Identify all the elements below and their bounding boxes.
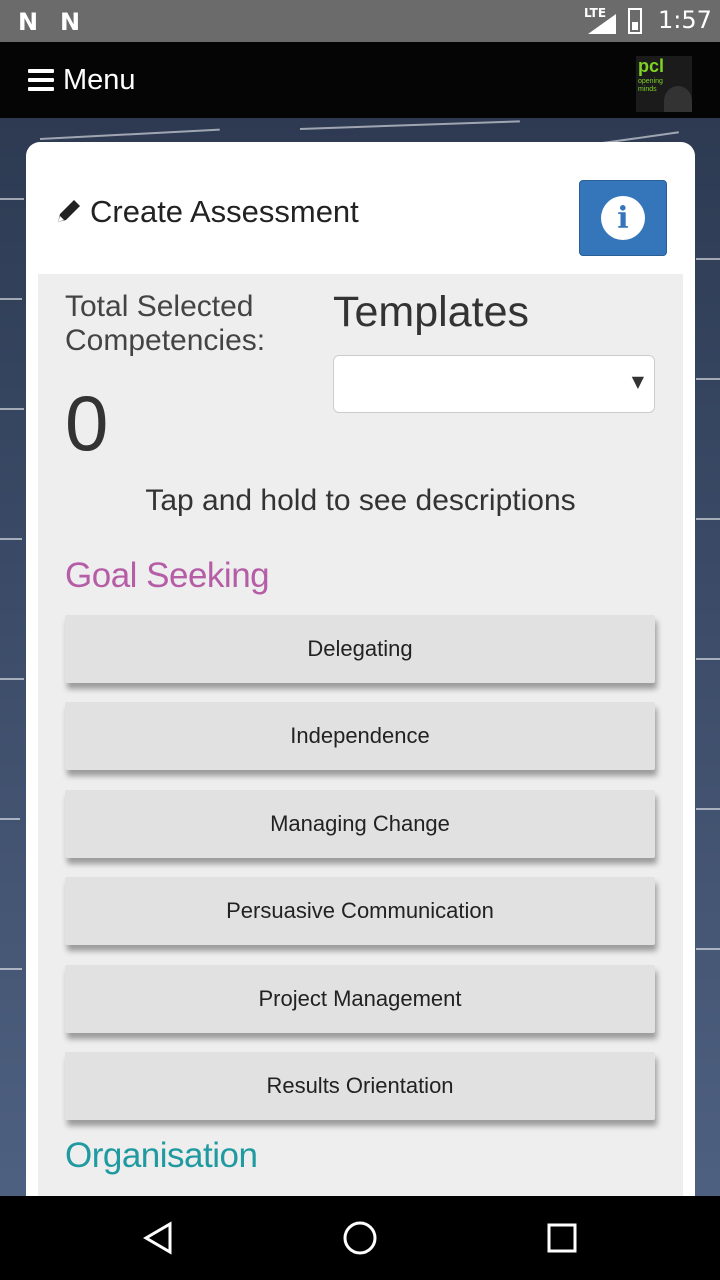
competency-button-independence[interactable]: Independence (65, 702, 655, 770)
competency-button-delegating[interactable]: Delegating (65, 615, 655, 683)
hamburger-icon (28, 69, 54, 91)
system-nav-bar (0, 1196, 720, 1280)
templates-dropdown[interactable]: ▼ (333, 355, 655, 413)
logo-head-shape (664, 86, 692, 112)
info-button[interactable]: i (579, 180, 667, 256)
templates-label: Templates (333, 288, 529, 336)
assessment-card: Create Assessment i Total Selected Compe… (26, 142, 695, 1202)
section-title-organisation: Organisation (65, 1136, 258, 1175)
menu-button[interactable]: Menu (28, 60, 136, 100)
chevron-down-icon: ▼ (631, 372, 644, 391)
battery-icon (628, 8, 642, 34)
notification-icon: N (18, 8, 39, 36)
clock: 1:57 (658, 6, 712, 34)
competency-button-project-management[interactable]: Project Management (65, 965, 655, 1033)
hint-text: Tap and hold to see descriptions (145, 484, 576, 517)
competency-button-managing-change[interactable]: Managing Change (65, 790, 655, 858)
menu-label: Menu (63, 63, 136, 96)
section-title-goal-seeking: Goal Seeking (65, 556, 270, 595)
home-circle-icon[interactable] (342, 1220, 378, 1256)
total-selected-label: Total Selected Competencies: (65, 290, 266, 357)
page-title: Create Assessment (90, 194, 359, 229)
app-header: Menu pcl opening minds (0, 42, 720, 118)
logo-brand: pcl (638, 56, 665, 76)
competency-panel: Total Selected Competencies: 0 Templates… (38, 274, 683, 1202)
back-triangle-icon[interactable] (142, 1220, 174, 1256)
total-selected-count: 0 (65, 379, 109, 467)
competency-button-persuasive-communication[interactable]: Persuasive Communication (65, 877, 655, 945)
info-icon: i (601, 196, 645, 240)
card-header: Create Assessment (54, 194, 359, 230)
status-bar: N N LTE 1:57 (0, 0, 720, 42)
pcl-logo: pcl opening minds (636, 56, 692, 112)
recents-square-icon[interactable] (546, 1222, 578, 1254)
pencil-icon (58, 200, 80, 222)
notification-icon: N (60, 8, 81, 36)
signal-icon (588, 14, 616, 34)
competency-button-results-orientation[interactable]: Results Orientation (65, 1052, 655, 1120)
logo-tagline: opening minds (638, 78, 663, 93)
